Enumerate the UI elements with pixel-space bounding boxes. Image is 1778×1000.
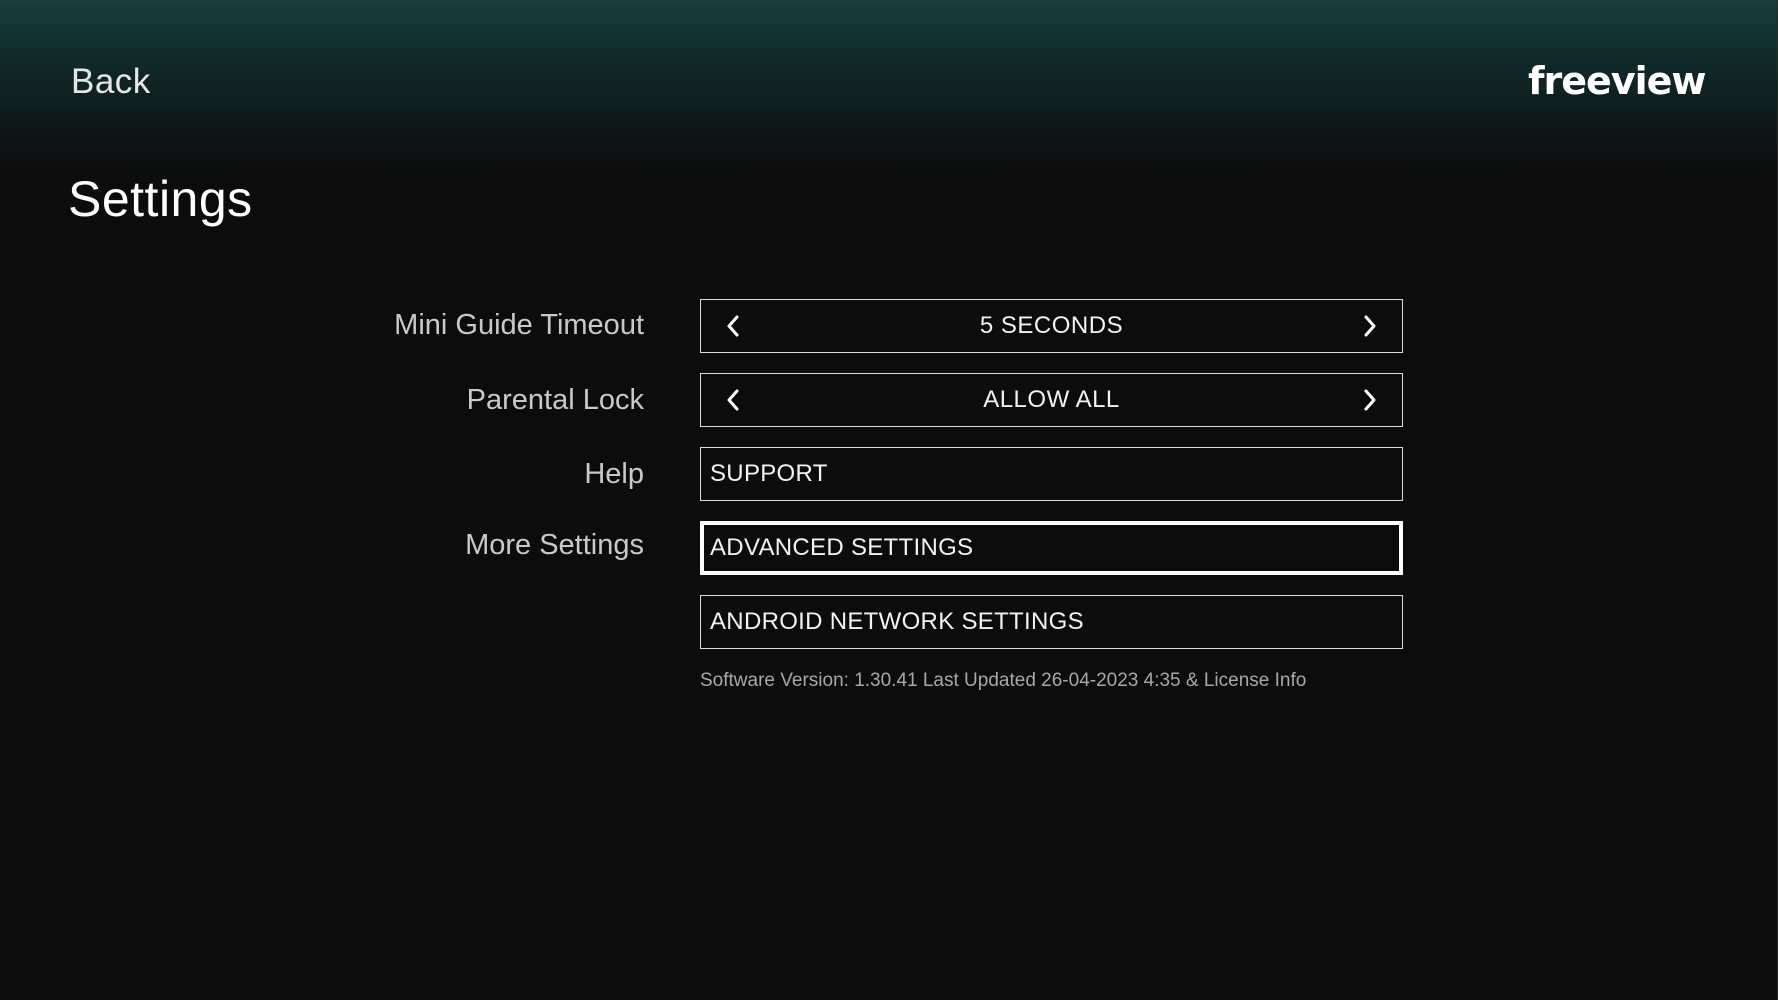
mini-guide-timeout-label: Mini Guide Timeout [394, 309, 644, 341]
advanced-settings-button-label: ADVANCED SETTINGS [710, 534, 974, 561]
parental-lock-selector[interactable]: ALLOW ALL [700, 373, 1403, 427]
support-button[interactable]: SUPPORT [700, 447, 1403, 501]
mini-guide-timeout-value: 5 SECONDS [979, 312, 1124, 339]
page-title: Settings [68, 171, 253, 227]
android-network-settings-button-label: ANDROID NETWORK SETTINGS [710, 608, 1084, 635]
chevron-right-icon[interactable] [1350, 306, 1390, 346]
mini-guide-timeout-selector[interactable]: 5 SECONDS [700, 299, 1403, 353]
android-network-settings-button[interactable]: ANDROID NETWORK SETTINGS [700, 595, 1403, 649]
chevron-right-icon[interactable] [1350, 380, 1390, 420]
support-button-label: SUPPORT [710, 460, 828, 487]
chevron-left-icon[interactable] [713, 380, 753, 420]
software-version-info[interactable]: Software Version: 1.30.41 Last Updated 2… [700, 670, 1306, 692]
freeview-logo: freeview [1528, 58, 1707, 104]
advanced-settings-button[interactable]: ADVANCED SETTINGS [700, 521, 1403, 575]
more-settings-label: More Settings [465, 529, 644, 561]
back-button[interactable]: Back [71, 62, 151, 102]
parental-lock-value: ALLOW ALL [983, 386, 1120, 413]
chevron-left-icon[interactable] [713, 306, 753, 346]
freeview-logo-text: freeview [1528, 59, 1707, 103]
header-background [0, 0, 1778, 170]
parental-lock-label: Parental Lock [466, 384, 644, 416]
help-label: Help [584, 458, 644, 490]
